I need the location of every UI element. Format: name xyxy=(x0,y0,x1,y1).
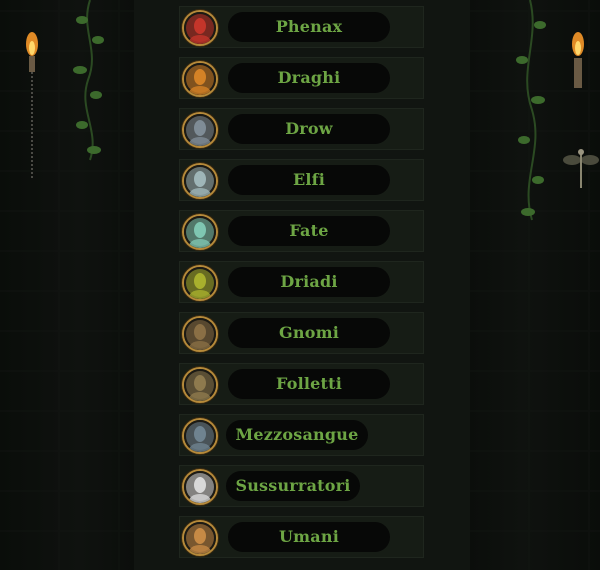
race-link-fate[interactable]: Fate xyxy=(228,216,390,246)
human-portrait-icon[interactable] xyxy=(182,520,218,556)
race-row-drow[interactable]: Drow xyxy=(179,108,424,150)
race-link-phenax[interactable]: Phenax xyxy=(228,12,390,42)
phenax-portrait-icon[interactable] xyxy=(182,10,218,46)
dryad-portrait-icon[interactable] xyxy=(182,265,218,301)
half-blood-portrait-icon[interactable] xyxy=(182,418,218,454)
race-list: Phenax Draghi Drow Elfi Fate Driadi Gnomi Folle… xyxy=(179,6,424,567)
race-row-driadi[interactable]: Driadi xyxy=(179,261,424,303)
race-row-folletti[interactable]: Folletti xyxy=(179,363,424,405)
race-row-draghi[interactable]: Draghi xyxy=(179,57,424,99)
race-row-phenax[interactable]: Phenax xyxy=(179,6,424,48)
race-link-drow[interactable]: Drow xyxy=(228,114,390,144)
fairy-icon xyxy=(563,149,599,188)
race-row-sussurratori[interactable]: Sussurratori xyxy=(179,465,424,507)
fairy-portrait-icon[interactable] xyxy=(182,214,218,250)
race-link-sussurratori[interactable]: Sussurratori xyxy=(226,471,360,501)
race-link-elfi[interactable]: Elfi xyxy=(228,165,390,195)
drow-portrait-icon[interactable] xyxy=(182,112,218,148)
race-link-driadi[interactable]: Driadi xyxy=(228,267,390,297)
race-row-elfi[interactable]: Elfi xyxy=(179,159,424,201)
whisperer-portrait-icon[interactable] xyxy=(182,469,218,505)
gnome-portrait-icon[interactable] xyxy=(182,316,218,352)
left-torch-icon xyxy=(26,32,38,180)
race-link-gnomi[interactable]: Gnomi xyxy=(228,318,390,348)
right-torch-icon xyxy=(572,32,584,88)
left-vine-decoration xyxy=(73,0,104,161)
race-link-folletti[interactable]: Folletti xyxy=(228,369,390,399)
dragon-portrait-icon[interactable] xyxy=(182,61,218,97)
elf-portrait-icon[interactable] xyxy=(182,163,218,199)
race-row-mezzosangue[interactable]: Mezzosangue xyxy=(179,414,424,456)
right-vine-decoration xyxy=(516,0,546,221)
goblin-portrait-icon[interactable] xyxy=(182,367,218,403)
race-row-umani[interactable]: Umani xyxy=(179,516,424,558)
race-link-draghi[interactable]: Draghi xyxy=(228,63,390,93)
race-row-gnomi[interactable]: Gnomi xyxy=(179,312,424,354)
race-row-fate[interactable]: Fate xyxy=(179,210,424,252)
race-link-umani[interactable]: Umani xyxy=(228,522,390,552)
race-link-mezzosangue[interactable]: Mezzosangue xyxy=(226,420,368,450)
